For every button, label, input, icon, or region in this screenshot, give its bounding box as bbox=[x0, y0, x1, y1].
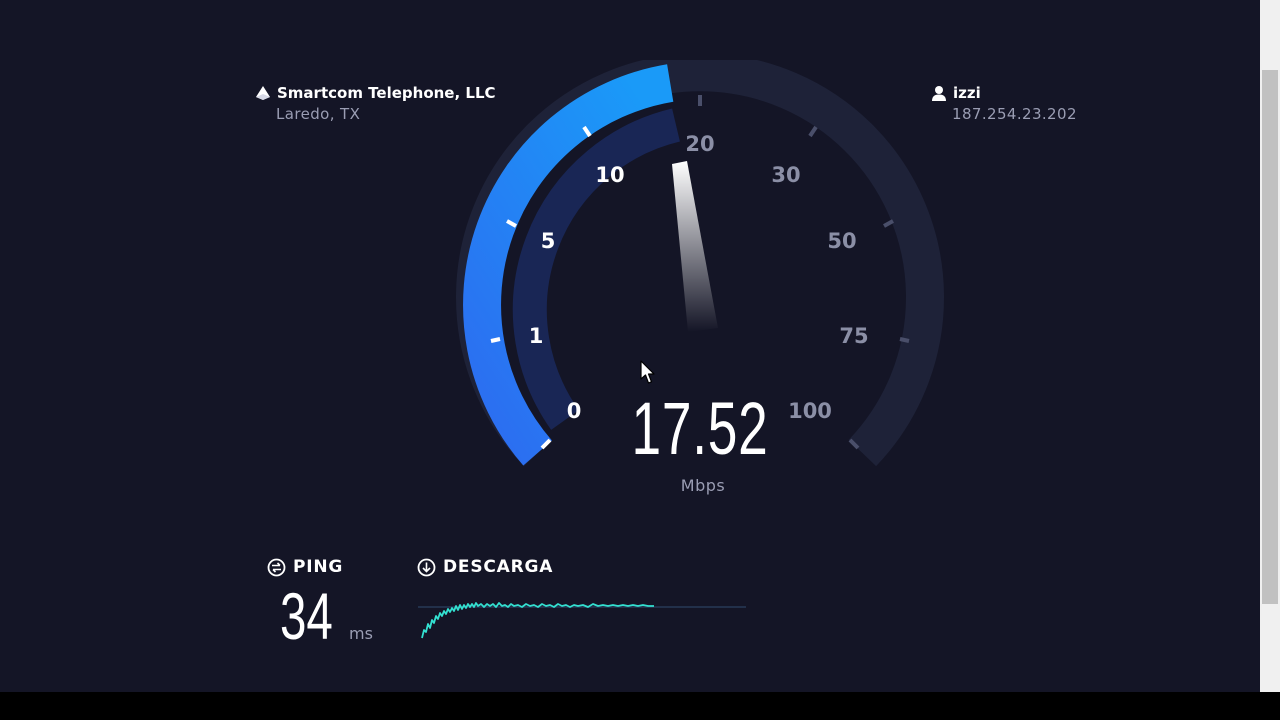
gauge-label-75: 75 bbox=[839, 324, 868, 348]
ping-unit: ms bbox=[349, 624, 373, 643]
ping-label: PING bbox=[293, 557, 344, 577]
mouse-cursor-icon bbox=[640, 360, 655, 384]
gauge-label-10: 10 bbox=[595, 163, 624, 187]
gauge-label-0: 0 bbox=[567, 399, 582, 423]
download-graph-line bbox=[421, 602, 654, 639]
gauge-label-50: 50 bbox=[827, 229, 856, 253]
gauge-label-5: 5 bbox=[541, 229, 556, 253]
scrollbar-thumb[interactable] bbox=[1262, 70, 1278, 604]
ping-value: 34 bbox=[280, 579, 333, 653]
download-icon bbox=[417, 558, 436, 577]
server-triangle-icon bbox=[255, 85, 271, 101]
download-header: DESCARGA bbox=[417, 557, 553, 577]
download-graph bbox=[418, 602, 746, 639]
client-ip: 187.254.23.202 bbox=[952, 105, 1077, 123]
gauge-label-20: 20 bbox=[685, 132, 714, 156]
gauge-label-30: 30 bbox=[771, 163, 800, 187]
gauge-needle bbox=[672, 161, 718, 332]
ping-header: PING bbox=[267, 557, 343, 577]
gauge-label-1: 1 bbox=[529, 324, 544, 348]
gauge-label-100: 100 bbox=[788, 399, 832, 423]
taskbar-strip bbox=[0, 692, 1280, 720]
download-label: DESCARGA bbox=[443, 557, 554, 577]
ping-icon bbox=[267, 558, 286, 577]
speed-value: 17.52 bbox=[631, 387, 769, 470]
speed-unit: Mbps bbox=[680, 476, 726, 495]
speedtest-app: Smartcom Telephone, LLC Laredo, TX izzi … bbox=[0, 0, 1260, 692]
